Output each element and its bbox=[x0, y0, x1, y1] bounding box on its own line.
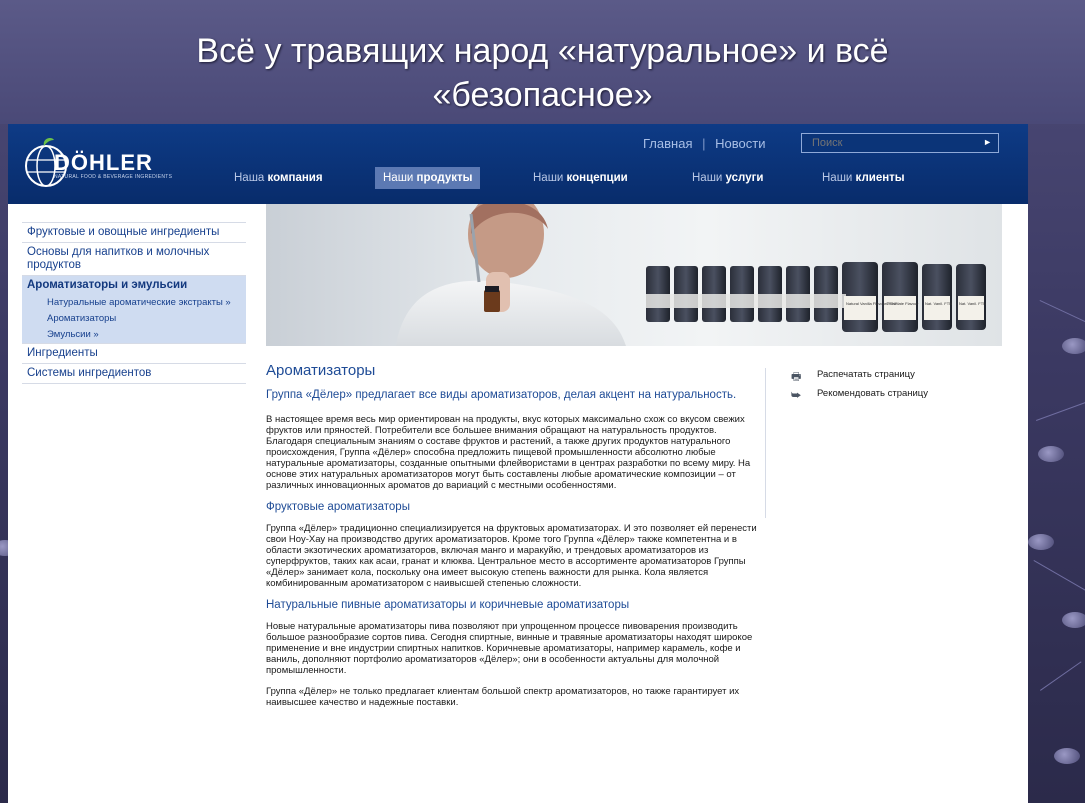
recommend-page-link[interactable]: ⮩ Рекомендовать страницу bbox=[791, 385, 928, 403]
left-submenu-item-extracts[interactable]: Натуральные ароматические экстракты » bbox=[22, 295, 246, 311]
website-screenshot: DÖHLER NATURAL FOOD & BEVERAGE INGREDIEN… bbox=[8, 124, 1028, 803]
bottle-label-chocolate: Chocolate Flavour bbox=[886, 301, 919, 306]
nav-item-services[interactable]: Наши услуги bbox=[692, 167, 763, 189]
hero-image: Natural Vanilla Flavour FTNF Chocolate F… bbox=[266, 204, 1002, 346]
left-menu-item-ingredients[interactable]: Ингредиенты bbox=[22, 343, 246, 363]
search-arrow-icon[interactable]: ► bbox=[983, 137, 992, 147]
left-menu-item-flavours[interactable]: Ароматизаторы и эмульсии bbox=[22, 275, 246, 295]
nav-item-concepts[interactable]: Наши концепции bbox=[533, 167, 628, 189]
left-submenu-item-emulsions[interactable]: Эмульсии » bbox=[22, 327, 246, 343]
left-submenu-item-flavours[interactable]: Ароматизаторы bbox=[22, 311, 246, 327]
paragraph-fruit: Группа «Дёлер» традиционно специализируе… bbox=[266, 523, 757, 589]
nav-item-company[interactable]: Наша компания bbox=[234, 167, 323, 189]
nav-item-clients[interactable]: Наши клиенты bbox=[822, 167, 905, 189]
nav-item-products[interactable]: Наши продукты bbox=[375, 167, 481, 189]
page-title: Ароматизаторы bbox=[266, 362, 376, 379]
left-menu: Фруктовые и овощные ингредиенты Основы д… bbox=[22, 222, 246, 384]
slide-title-line-2: «безопасное» bbox=[432, 76, 653, 114]
subheading-beer-flavours: Натуральные пивные ароматизаторы и корич… bbox=[266, 599, 630, 611]
lab-photo: Natural Vanilla Flavour FTNF Chocolate F… bbox=[396, 204, 986, 346]
send-icon: ⮩ bbox=[791, 390, 802, 402]
top-links: Главная | Новости bbox=[643, 136, 771, 151]
recommend-page-label: Рекомендовать страницу bbox=[817, 388, 929, 399]
search-input[interactable] bbox=[802, 134, 982, 152]
top-link-home[interactable]: Главная bbox=[643, 136, 692, 151]
content-divider bbox=[765, 368, 766, 518]
subheading-fruit-flavours: Фруктовые ароматизаторы bbox=[266, 501, 410, 513]
left-menu-item-systems[interactable]: Системы ингредиентов bbox=[22, 363, 246, 384]
bottle-label-vanilla-2: Nat. Vanil. FTN bbox=[925, 301, 952, 306]
print-page-label: Распечатать страницу bbox=[817, 369, 915, 380]
top-link-separator: | bbox=[702, 136, 706, 151]
main-content: Ароматизаторы Группа «Дёлер» предлагает … bbox=[266, 362, 758, 718]
lead-paragraph: Группа «Дёлер» предлагает все виды арома… bbox=[266, 389, 737, 401]
left-menu-item-fruit[interactable]: Фруктовые и овощные ингредиенты bbox=[22, 222, 246, 242]
paragraph-quality: Группа «Дёлер» не только предлагает клие… bbox=[266, 686, 740, 708]
slide-title-line-1: Всё у травящих народ «натуральное» и всё bbox=[196, 32, 889, 70]
paragraph-intro: В настоящее время весь мир ориентирован … bbox=[266, 414, 751, 491]
page-tools: 🖶 Распечатать страницу ⮩ Рекомендовать с… bbox=[791, 366, 928, 404]
printer-icon: 🖶 bbox=[791, 371, 802, 383]
main-navigation: Наша компания Наши продукты Наши концепц… bbox=[8, 167, 1028, 189]
bottle-row: Natural Vanilla Flavour FTNF Chocolate F… bbox=[646, 262, 986, 332]
top-link-news[interactable]: Новости bbox=[715, 136, 765, 151]
search-box: ► bbox=[801, 133, 999, 153]
print-page-link[interactable]: 🖶 Распечатать страницу bbox=[791, 366, 928, 384]
paragraph-beer: Новые натуральные ароматизаторы пива поз… bbox=[266, 621, 753, 676]
slide-title-bar: Всё у травящих народ «натуральное» и всё… bbox=[0, 0, 1085, 124]
bottle-label-vanilla-3: Nat. Vanil. FTN bbox=[959, 301, 986, 306]
left-menu-item-bases[interactable]: Основы для напитков и молочных продуктов bbox=[22, 242, 246, 275]
site-header: DÖHLER NATURAL FOOD & BEVERAGE INGREDIEN… bbox=[8, 124, 1028, 204]
